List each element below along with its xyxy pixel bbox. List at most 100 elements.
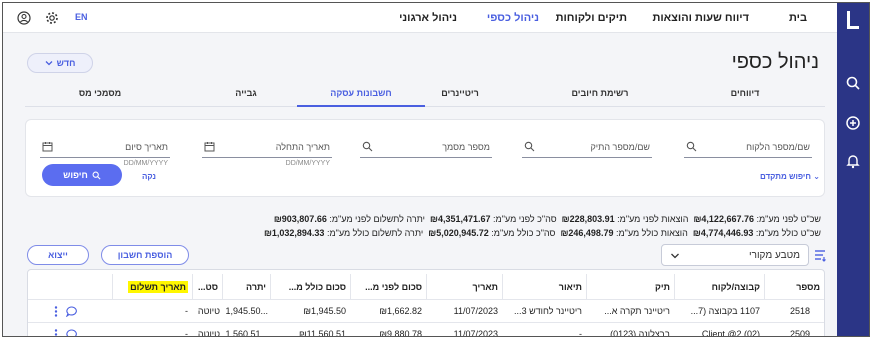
table-row[interactable]: 2509 Client @2 (02)... ברצלונה (0123) - … [28,323,824,337]
cell-number: 2509 [789,329,810,337]
total-value: ₪4,122,667.76 [693,214,754,224]
language-toggle[interactable]: EN [75,12,88,22]
search-icon [686,141,697,152]
advanced-search-link[interactable]: חיפוש מתקדם ⌄ [760,172,820,181]
cell-date: 11/07/2023 [453,306,498,316]
comment-icon[interactable] [66,329,78,337]
total-value: ₪246,498.79 [560,228,614,238]
column-header[interactable]: תיאור [502,274,586,299]
cell-amount-incl-vat: ₪11,560.51 [298,329,346,337]
date-format-hint: DD/MM/YYYY [123,160,168,167]
comment-icon[interactable] [66,306,78,317]
total-label: סה"כ לפני מע"מ: [493,214,557,224]
cell-case: ברצלונה (0123) [610,329,670,337]
cell-balance: ...1,945.50 [225,306,268,316]
cell-balance: ...1,560.51 [225,329,268,337]
user-icon[interactable] [17,11,31,25]
tab-retainers[interactable]: ריטיינרים [415,81,505,105]
total-label: יתרה לתשלום לפני מע"מ: [329,214,425,224]
total-value: ₪4,774,446.93 [692,228,754,238]
total-label: הוצאות לפני מע"מ: [617,214,689,224]
cell-date: 11/07/2023 [453,329,498,337]
total-value: ₪903,807.66 [273,214,327,224]
cell-client: 1107 בקבוצה (7... [690,306,760,316]
column-header-payment-date[interactable]: תאריך תשלום [112,274,192,299]
client-search-field[interactable]: שם/מספר הלקוח [684,138,812,158]
new-button[interactable]: חדש [27,53,93,73]
filter-list-icon[interactable] [813,248,827,262]
chevron-down-icon [45,61,53,66]
case-field-label: שם/מספר התיק [590,142,650,152]
column-header[interactable]: תיק [586,274,674,299]
cell-amount-incl-vat: ₪1,945.50 [303,306,346,316]
app-logo[interactable] [847,11,859,29]
table-row[interactable]: 2518 1107 בקבוצה (7... ריטיינר תקרה א...… [28,300,824,323]
cell-status: טיוטה [197,306,220,316]
total-value: ₪4,351,471.67 [430,214,491,224]
cell-description: ריטיינר לחודש 3... [514,306,582,316]
nav-financial[interactable]: ניהול כספי [487,3,539,33]
more-options-icon[interactable] [54,306,58,317]
cell-amount-before-vat: ₪1,662.82 [379,306,422,316]
calendar-icon[interactable] [204,141,215,152]
column-header[interactable]: סכום לפני מ... [350,274,426,299]
nav-cases-clients[interactable]: תיקים ולקוחות [556,3,627,33]
bell-icon[interactable] [845,153,861,169]
page-title: ניהול כספי [731,51,819,73]
total-value: ₪228,803.91 [561,214,615,224]
tab-collection[interactable]: גבייה [201,81,291,105]
doc-field-label: מספר מסמך [442,142,490,152]
tab-reports[interactable]: דיווחים [705,81,785,105]
cell-status: טיוטה [197,329,220,337]
tab-tax-documents[interactable]: מסמכי מס [55,81,145,105]
currency-select[interactable]: מטבע מקורי [661,244,809,266]
app-window: EN בית דיווח שעות והוצאות תיקים ולקוחות … [2,2,870,337]
start-date-field[interactable]: תאריך התחלה DD/MM/YYYY [202,138,332,167]
cell-client: Client @2 (02)... [694,329,760,337]
column-header[interactable]: סט... [192,274,222,299]
search-button-label: חיפוש [63,170,88,180]
settings-gear-icon[interactable] [45,11,59,25]
search-panel: שם/מספר הלקוח שם/מספר התיק מספר מסמך תאר… [25,119,825,197]
column-header[interactable]: סכום כולל מ... [270,274,350,299]
column-header[interactable]: קבוצה/לקוח [674,274,764,299]
column-header[interactable]: תאריך [426,274,502,299]
more-options-icon[interactable] [54,329,58,337]
end-date-field[interactable]: תאריך סיום DD/MM/YYYY [40,138,170,167]
add-circle-icon[interactable] [845,115,861,131]
nav-organization[interactable]: ניהול ארגוני [399,3,457,33]
calendar-icon[interactable] [42,141,53,152]
chevron-down-icon [671,253,679,259]
client-field-label: שם/מספר הלקוח [746,142,810,152]
search-icon[interactable] [845,75,861,91]
table-header: מספר קבוצה/לקוח תיק תיאור תאריך סכום לפנ… [28,274,824,300]
document-number-field[interactable]: מספר מסמך [360,138,492,158]
search-button[interactable]: חיפוש [42,164,122,186]
total-label: שכ"ט לפני מע"מ: [756,214,822,224]
search-icon [524,141,535,152]
add-account-button[interactable]: הוספת חשבון [101,245,189,265]
cell-payment-date: - [185,306,188,316]
tab-charges-list[interactable]: רשימת חיובים [555,81,645,105]
column-header[interactable]: יתרה [222,274,270,299]
export-button[interactable]: ייצוא [27,245,89,265]
search-icon [92,171,101,180]
totals-before-vat: שכ"ט לפני מע"מ: ₪4,122,667.76 הוצאות לפנ… [274,214,821,224]
column-header[interactable]: מספר [764,274,824,299]
nav-home[interactable]: בית [789,3,807,33]
total-label: שכ"ט כולל מע"מ: [755,228,821,238]
currency-select-value: מטבע מקורי [749,250,800,261]
tab-transaction-accounts[interactable]: חשבונות עסקה [297,81,425,107]
top-nav-bar: EN בית דיווח שעות והוצאות תיקים ולקוחות … [3,3,837,33]
cell-case: ריטיינר תקרה א... [604,306,670,316]
nav-time-expenses[interactable]: דיווח שעות והוצאות [652,3,749,33]
highlighted-header-label: תאריך תשלום [128,280,188,293]
total-label: יתרה לתשלום כולל מע"מ: [326,228,424,238]
left-rail [837,3,869,336]
chevron-down-icon: ⌄ [813,172,820,181]
start-date-label: תאריך התחלה [275,142,330,152]
case-search-field[interactable]: שם/מספר התיק [522,138,652,158]
date-format-hint: DD/MM/YYYY [285,160,330,167]
clear-link[interactable]: נקה [142,172,156,181]
accounts-table: מספר קבוצה/לקוח תיק תיאור תאריך סכום לפנ… [27,269,825,337]
